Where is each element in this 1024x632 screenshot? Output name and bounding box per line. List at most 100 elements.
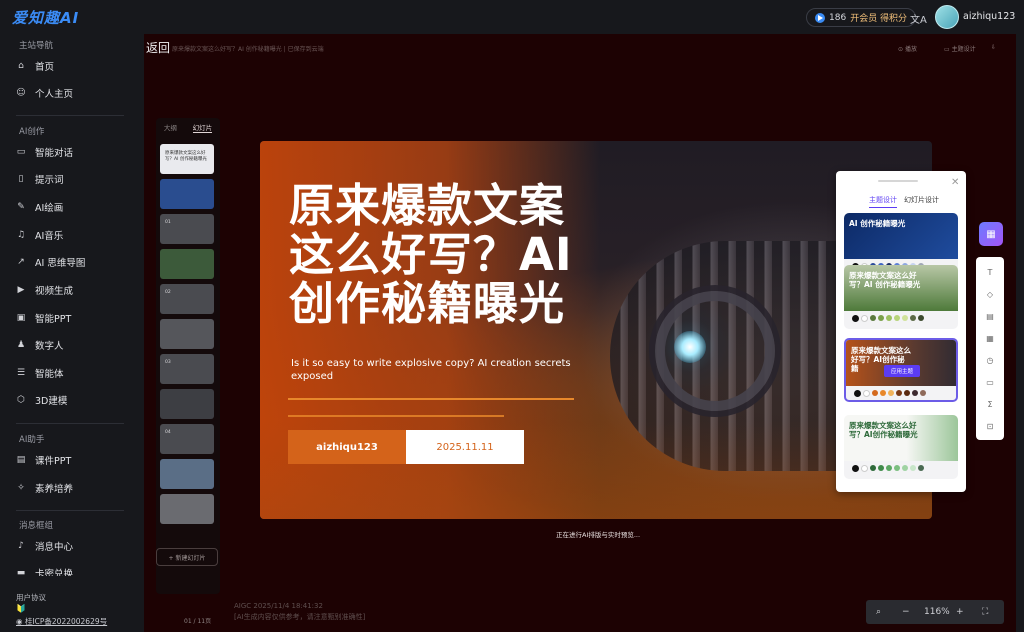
outline-tabs: 大纲 幻灯片 [156, 122, 220, 133]
slide-canvas[interactable]: 原来爆款文案这么好写？AI创作秘籍曝光 Is it so easy to wri… [260, 141, 932, 519]
tab-theme-design[interactable]: 主题设计 [869, 195, 897, 208]
swatch[interactable] [910, 315, 916, 321]
swatch[interactable] [878, 315, 884, 321]
slide-author[interactable]: aizhiqu123 [288, 430, 406, 464]
courseware-icon: ▤ [16, 455, 26, 465]
fullscreen-icon[interactable]: ⛶ [982, 607, 988, 617]
tab-slide-design[interactable]: 幻灯片设计 [904, 195, 939, 205]
slide-thumbnail[interactable] [160, 459, 214, 489]
play-button[interactable]: ⊙ 播放 [898, 44, 917, 53]
slide-thumbnail[interactable]: 02 [160, 284, 214, 314]
swatch[interactable] [894, 315, 900, 321]
theme-design-button[interactable]: ▭ 主题设计 [944, 44, 976, 53]
sidebar-item-literacy[interactable]: ✧ 素养培养 [16, 479, 73, 497]
swatch[interactable] [880, 390, 886, 396]
search-icon[interactable]: ⌕ [876, 607, 881, 617]
tab-outline[interactable]: 大纲 [164, 122, 177, 133]
sidebar-item-ai-drawing[interactable]: ✎ AI绘画 [16, 198, 63, 216]
swatch[interactable] [870, 465, 876, 471]
swatch[interactable] [912, 390, 918, 396]
download-icon[interactable]: ⇩ [991, 44, 996, 51]
swatch[interactable] [878, 465, 884, 471]
slide-thumbnail[interactable] [160, 494, 214, 524]
swatch[interactable] [920, 390, 926, 396]
swatch[interactable] [888, 390, 894, 396]
slide-title[interactable]: 原来爆款文案这么好写？AI创作秘籍曝光 [289, 181, 609, 328]
swatch[interactable] [910, 465, 916, 471]
table-icon[interactable]: ▦ [984, 333, 996, 345]
text-icon[interactable]: T [984, 267, 996, 279]
sidebar-item-label: AI音乐 [35, 231, 64, 242]
image-icon[interactable]: ▤ [984, 311, 996, 323]
swatch-dark[interactable] [852, 465, 859, 472]
swatch[interactable] [896, 390, 902, 396]
swatch[interactable] [904, 390, 910, 396]
avatar[interactable] [935, 5, 959, 29]
sidebar-item-label: 消息中心 [35, 542, 74, 553]
swatch[interactable] [902, 315, 908, 321]
close-icon[interactable]: ✕ [951, 177, 959, 188]
translate-icon[interactable]: 文A [910, 11, 927, 26]
sidebar-item-3d[interactable]: ⬡ 3D建模 [16, 391, 67, 409]
sidebar-item-courseware[interactable]: ▤ 课件PPT [16, 451, 72, 469]
swatch[interactable] [918, 315, 924, 321]
sidebar-item-chat[interactable]: ▭ 智能对话 [16, 143, 73, 161]
section-title-main: 主站导航 [19, 41, 54, 51]
swatch-dark[interactable] [854, 390, 861, 397]
chart-icon[interactable]: ◷ [984, 355, 996, 367]
swatch-light[interactable] [861, 315, 868, 322]
swatch[interactable] [918, 465, 924, 471]
theme-card[interactable]: 原来爆款文案这么好写？AI创作秘籍曝光 [844, 415, 958, 479]
tab-slides[interactable]: 幻灯片 [192, 122, 213, 133]
slide-thumbnail[interactable] [160, 389, 214, 419]
slide-thumbnail[interactable] [160, 319, 214, 349]
sidebar-item-messages[interactable]: ♪ 消息中心 [16, 537, 73, 555]
swatch-dark[interactable] [852, 315, 859, 322]
slide-date[interactable]: 2025.11.11 [406, 430, 524, 464]
more-icon[interactable]: ⊡ [984, 421, 996, 433]
swatch-light[interactable] [863, 390, 870, 397]
app-logo[interactable]: 爱知趣AI [12, 7, 79, 28]
slide-thumbnail[interactable] [160, 179, 214, 209]
slide-thumbnail[interactable]: 04 [160, 424, 214, 454]
slide-thumbnail[interactable]: 原来爆款文案这么好写？AI 创作秘籍曝光 [160, 144, 214, 174]
sidebar-item-redeem[interactable]: ▬ 卡密兑换 [16, 564, 73, 576]
media-icon[interactable]: ▭ [984, 377, 996, 389]
swatch[interactable] [870, 315, 876, 321]
swatch[interactable] [886, 315, 892, 321]
theme-card-selected[interactable]: 原来爆款文案这么好写？AI创作秘籍 应用主题 [844, 338, 958, 402]
sidebar-item-profile[interactable]: ☺ 个人主页 [16, 84, 73, 102]
points-badge[interactable]: 186 开会员 得积分 [806, 8, 917, 27]
back-button[interactable]: 返回 [146, 39, 170, 56]
swatch[interactable] [872, 390, 878, 396]
theme-card[interactable]: 原来爆款文案这么好写？AI 创作秘籍曝光 [844, 265, 958, 329]
layout-icon[interactable]: ▦ [979, 222, 1003, 246]
swatch[interactable] [886, 465, 892, 471]
shape-icon[interactable]: ◇ [984, 289, 996, 301]
username[interactable]: aizhiqu123 [963, 11, 1015, 22]
sidebar-item-ppt[interactable]: ▣ 智能PPT [16, 309, 72, 327]
vip-link[interactable]: 开会员 得积分 [850, 11, 907, 24]
sidebar-item-ai-music[interactable]: ♫ AI音乐 [16, 226, 63, 244]
sidebar-item-mindmap[interactable]: ↗ AI 思维导图 [16, 253, 85, 271]
icp-link[interactable]: ◉ 桂ICP备2022002629号 [16, 616, 107, 627]
sidebar-item-video[interactable]: ▶ 视频生成 [16, 281, 73, 299]
slide-thumbnail[interactable]: 03 [160, 354, 214, 384]
slide-subtitle[interactable]: Is it so easy to write explosive copy? A… [291, 357, 601, 383]
formula-icon[interactable]: Σ [984, 399, 996, 411]
sidebar-item-digital-human[interactable]: ♟ 数字人 [16, 336, 64, 354]
add-slide-button[interactable]: + 新建幻灯片 [156, 548, 218, 566]
swatch[interactable] [894, 465, 900, 471]
slide-thumbnail[interactable] [160, 249, 214, 279]
swatch[interactable] [902, 465, 908, 471]
zoom-out-button[interactable]: − [902, 607, 910, 617]
slide-thumbnail[interactable]: 01 [160, 214, 214, 244]
sidebar-item-prompts[interactable]: ▯ 提示词 [16, 170, 64, 188]
sidebar-item-agent[interactable]: ☰ 智能体 [16, 364, 64, 382]
zoom-in-button[interactable]: + [956, 607, 964, 617]
drag-handle[interactable] [878, 180, 918, 182]
apply-theme-button[interactable]: 应用主题 [884, 365, 920, 377]
swatch-light[interactable] [861, 465, 868, 472]
user-agreement-link[interactable]: 用户协议 [16, 592, 46, 603]
sidebar-item-home[interactable]: ⌂ 首页 [16, 57, 54, 75]
